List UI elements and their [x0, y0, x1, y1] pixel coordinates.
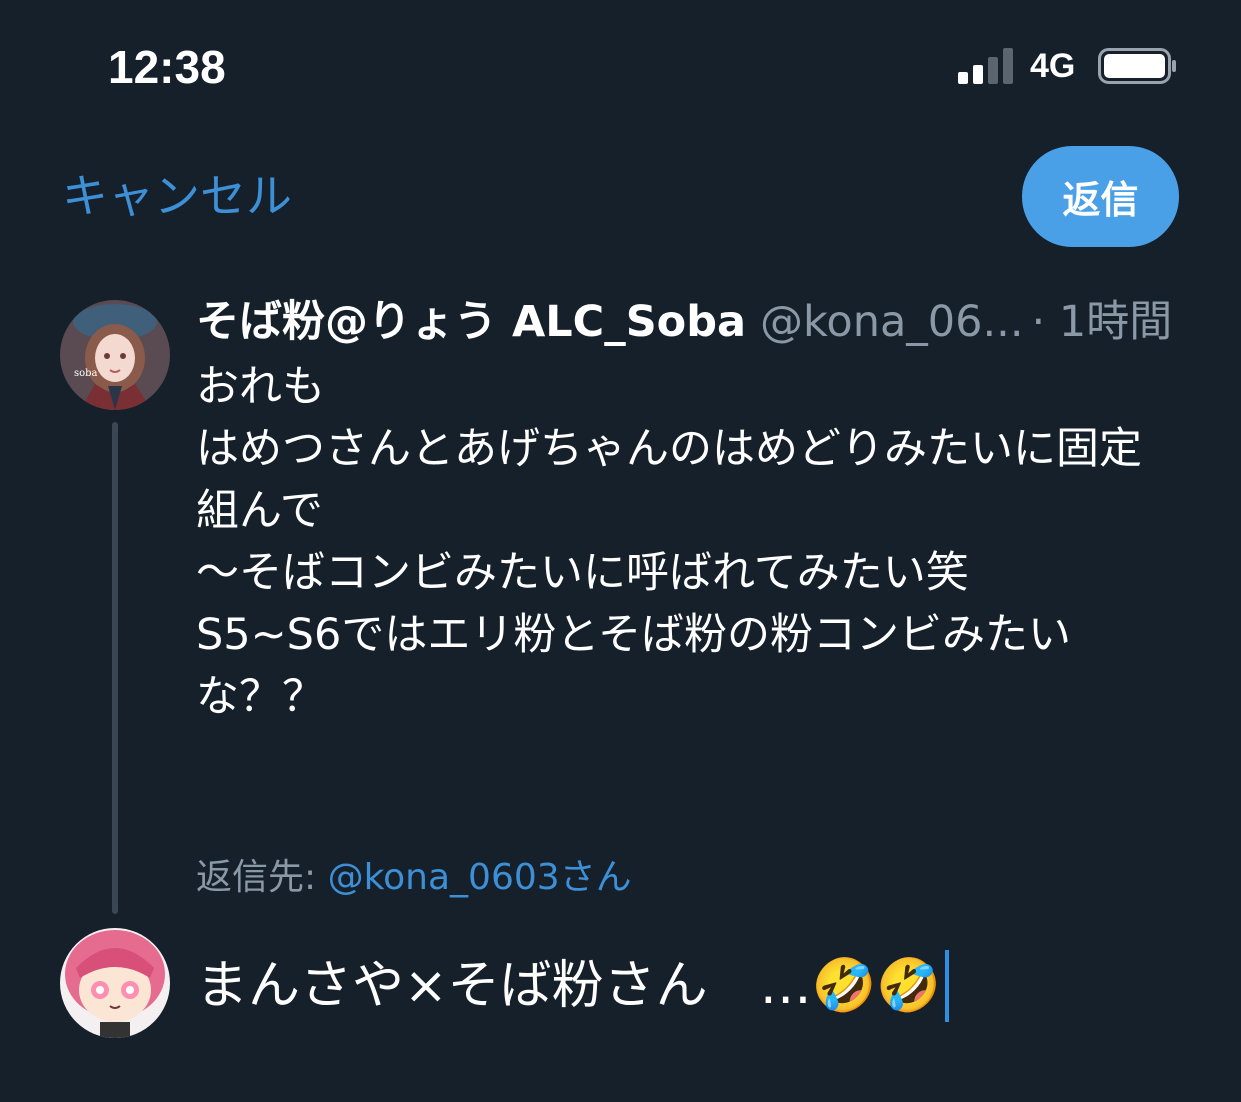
user-avatar — [60, 928, 170, 1038]
replying-to-handle[interactable]: @kona_0603さん — [328, 857, 632, 898]
reply-text: まんさや×そば粉さん …🤣🤣 — [196, 956, 942, 1016]
author-name[interactable]: そば粉@りょう ALC_Soba — [196, 297, 746, 347]
cellular-signal-icon — [958, 48, 1013, 84]
replying-to: 返信先: @kona_0603さん — [196, 852, 632, 904]
author-avatar-image: soba — [60, 300, 170, 410]
cancel-button[interactable]: キャンセル — [62, 166, 292, 226]
replying-to-label: 返信先: — [196, 857, 328, 898]
text-cursor — [945, 950, 950, 1022]
status-time: 12:38 — [108, 41, 226, 93]
network-type: 4G — [1030, 47, 1076, 85]
author-avatar[interactable]: soba — [60, 300, 170, 410]
user-avatar-image — [60, 928, 170, 1038]
author-handle[interactable]: @kona_06... — [760, 297, 1024, 347]
tweet-header: そば粉@りょう ALC_Soba @kona_06... · 1時間 — [196, 292, 1172, 352]
reply-text-input[interactable]: まんさや×そば粉さん …🤣🤣 — [196, 946, 950, 1026]
reply-button[interactable]: 返信 — [1022, 146, 1179, 247]
thread-connector-line — [112, 422, 118, 914]
battery-icon — [1098, 48, 1176, 84]
compose-reply-screen: 12:38 4G キャンセル 返信 soba そば粉@りょう ALC_Soba @ — [0, 0, 1241, 1102]
tweet-text: おれも はめつさんとあげちゃんのはめどりみたいに固定 組んで 〜そばコンビみたい… — [196, 362, 1142, 722]
tweet-timestamp: · 1時間 — [1031, 297, 1173, 347]
avatar-caption: soba — [74, 368, 98, 379]
